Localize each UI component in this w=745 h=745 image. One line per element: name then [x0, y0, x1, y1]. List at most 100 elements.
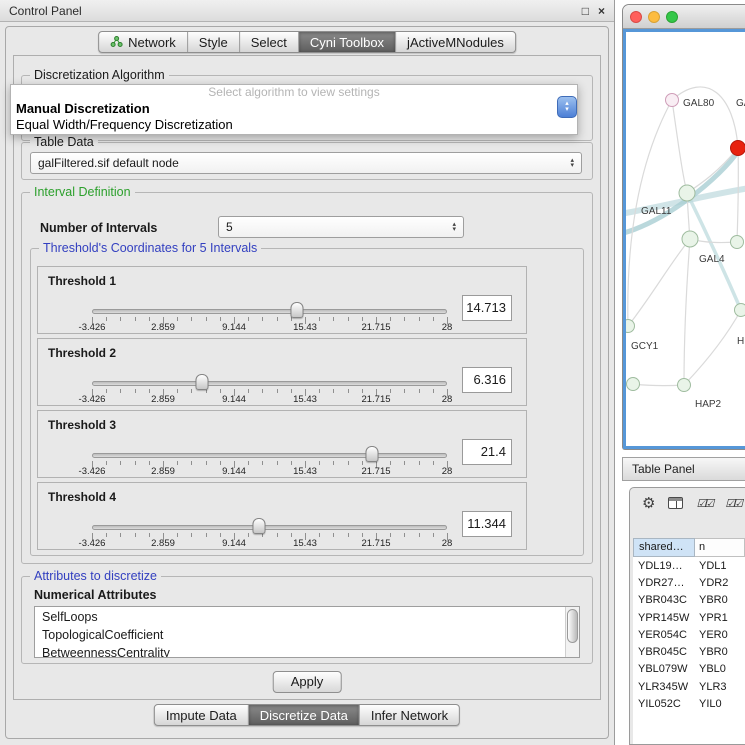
table-row[interactable]: YER054CYER0 [633, 626, 745, 643]
combobox-value: galFiltered.sif default node [38, 156, 179, 170]
threshold-label: Threshold 1 [48, 274, 116, 288]
close-window-icon[interactable]: × [598, 4, 605, 18]
table-cell: YER0 [695, 629, 745, 641]
table-cell: YBL0 [695, 663, 745, 675]
tab-impute-data[interactable]: Impute Data [155, 705, 249, 725]
network-edge[interactable] [672, 87, 738, 148]
table-data-combobox[interactable]: galFiltered.sif default node ▴▾ [30, 152, 582, 174]
network-node[interactable] [627, 378, 640, 391]
number-of-intervals-label: Number of Intervals [40, 221, 157, 235]
dropdown-option[interactable]: Equal Width/Frequency Discretization [11, 116, 577, 132]
node-label: GAL80 [683, 98, 715, 109]
apply-button[interactable]: Apply [273, 671, 342, 693]
table-cell: YDR2 [695, 577, 745, 589]
slider-thumb[interactable] [290, 302, 303, 318]
threshold-value-field[interactable]: 21.4 [462, 439, 512, 465]
number-of-intervals-combobox[interactable]: 5 ▴▾ [218, 216, 464, 238]
network-edge[interactable] [687, 148, 738, 193]
network-node[interactable] [626, 320, 635, 333]
network-canvas[interactable]: GAL80GAGAL11GAL4GCY1HHAP2 [623, 29, 745, 449]
slider-thumb[interactable] [366, 446, 379, 462]
list-item[interactable]: TopologicalCoefficient [35, 626, 565, 644]
network-window-titlebar[interactable] [623, 5, 745, 29]
table-cell: YLR3 [695, 681, 745, 693]
thresholds-coordinates-group: Threshold's Coordinates for 5 Intervals … [30, 248, 584, 556]
table-cell: YDR27… [633, 577, 695, 589]
threshold-panel: Threshold 2-3.4262.8599.14415.4321.71528… [37, 338, 527, 406]
tab-label: Cyni Toolbox [310, 35, 384, 50]
slider-tick-labels: -3.4262.8599.14415.4321.71528 [92, 322, 447, 333]
group-label: Discretization Algorithm [30, 68, 169, 82]
threshold-value-field[interactable]: 14.713 [462, 295, 512, 321]
minimize-traffic-light-icon[interactable] [648, 11, 660, 23]
columns-icon[interactable] [668, 497, 683, 509]
scrollbar-thumb[interactable] [567, 609, 578, 643]
table-row[interactable]: YIL052CYIL0 [633, 695, 745, 712]
slider-track[interactable] [92, 525, 447, 530]
combobox-arrows-icon[interactable]: ▴ ▾ [557, 96, 577, 118]
zoom-traffic-light-icon[interactable] [666, 11, 678, 23]
network-node[interactable] [678, 379, 691, 392]
node-label: H [737, 336, 744, 347]
list-item[interactable]: SelfLoops [35, 608, 565, 626]
table-header-row: shared… n [633, 538, 745, 557]
network-node[interactable] [731, 141, 745, 156]
dropdown-option[interactable]: Manual Discretization [11, 100, 577, 116]
float-window-icon[interactable]: □ [582, 4, 589, 18]
tab-network[interactable]: Network [99, 32, 188, 52]
table-panel-header[interactable]: Table Panel [622, 457, 745, 481]
threshold-panel: Threshold 1 -3.4262.8599.14415.4321.71528… [37, 266, 527, 334]
slider-thumb[interactable] [252, 518, 265, 534]
tab-jactivemnodules[interactable]: jActiveMNodules [396, 32, 515, 52]
threshold-value-field[interactable]: 6.316 [462, 367, 512, 393]
close-traffic-light-icon[interactable] [630, 11, 642, 23]
network-edge[interactable] [687, 193, 741, 310]
table-cell: YBR0 [695, 594, 745, 606]
network-node[interactable] [731, 236, 744, 249]
network-edge[interactable] [633, 384, 684, 386]
node-label: GCY1 [631, 341, 659, 352]
combobox-value: 5 [226, 220, 233, 234]
tab-infer-network[interactable]: Infer Network [360, 705, 459, 725]
network-canvas-svg: GAL80GAGAL11GAL4GCY1HHAP2 [626, 32, 745, 449]
table-row[interactable]: YLR345WYLR3 [633, 678, 745, 695]
slider-thumb[interactable] [196, 374, 209, 390]
table-row[interactable]: YBR045CYBR0 [633, 643, 745, 660]
list-item[interactable]: BetweennessCentrality [35, 644, 565, 658]
threshold-panel: Threshold 4-3.4262.8599.14415.4321.71528… [37, 482, 527, 550]
threshold-value-field[interactable]: 11.344 [462, 511, 512, 537]
gear-icon[interactable]: ⚙ [642, 494, 655, 512]
numerical-attributes-label: Numerical Attributes [34, 588, 156, 602]
network-node[interactable] [682, 231, 698, 247]
network-edge[interactable] [684, 239, 690, 385]
tab-cyni-toolbox[interactable]: Cyni Toolbox [299, 32, 396, 52]
network-edge[interactable] [684, 310, 741, 385]
tab-label: jActiveMNodules [407, 35, 504, 50]
group-label: Table Data [30, 135, 98, 149]
slider-track[interactable] [92, 381, 447, 386]
tab-discretize-data[interactable]: Discretize Data [249, 705, 360, 725]
network-node[interactable] [735, 304, 745, 317]
table-row[interactable]: YDL19…YDL1 [633, 557, 745, 574]
select-all-icon[interactable]: ☑☑ [725, 497, 741, 510]
network-node[interactable] [679, 185, 695, 201]
network-node[interactable] [666, 94, 679, 107]
column-header-name[interactable]: n [695, 538, 745, 557]
slider-track[interactable] [92, 309, 447, 314]
column-header-shared-name[interactable]: shared… [633, 538, 695, 557]
select-columns-icon[interactable]: ☑☑ [696, 497, 712, 510]
table-row[interactable]: YDR27…YDR2 [633, 574, 745, 591]
tab-select[interactable]: Select [240, 32, 299, 52]
table-row[interactable]: YBR043CYBR0 [633, 592, 745, 609]
slider-track[interactable] [92, 453, 447, 458]
network-edge[interactable] [672, 100, 687, 193]
table-cell: YER054C [633, 629, 695, 641]
network-edge[interactable] [628, 239, 690, 326]
tab-style[interactable]: Style [188, 32, 240, 52]
table-row[interactable]: YPR145WYPR1 [633, 609, 745, 626]
table-cell: YLR345W [633, 681, 695, 693]
table-row[interactable]: YBL079WYBL0 [633, 661, 745, 678]
network-edge[interactable] [737, 148, 738, 242]
list-scrollbar[interactable] [565, 607, 579, 657]
node-label: GAL4 [699, 254, 725, 265]
